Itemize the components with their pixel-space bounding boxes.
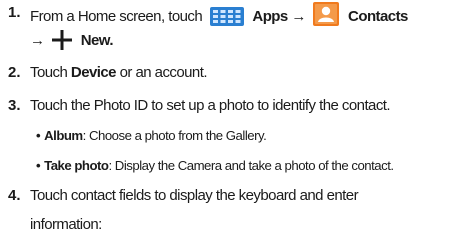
bullet-album: • Album: Choose a photo from the Gallery. [36, 125, 267, 147]
bullet-desc: : Choose a photo from the Gallery. [82, 128, 267, 143]
step-3-text: Touch the Photo ID to set up a photo to … [30, 97, 391, 114]
bullet-dot: • [36, 128, 41, 143]
plus-icon [52, 30, 73, 57]
step-4-text-line-1: Touch contact fields to display the keyb… [30, 187, 359, 204]
step-2-text: Touch [30, 64, 71, 81]
device-label: Device [70, 64, 117, 81]
apps-grid-icon [209, 7, 244, 33]
step-number: 2. [8, 64, 21, 81]
step-2-line: Touch Device or an account. [30, 62, 208, 84]
arrow: → [291, 8, 306, 25]
step-4-text-line-2: information: [30, 216, 102, 233]
arrow: → [30, 32, 45, 49]
new-label: New. [80, 32, 114, 49]
bullet-term: Album [44, 128, 83, 143]
bullet-term: Take photo [44, 158, 109, 173]
bullet-dot: • [36, 158, 41, 173]
contacts-label: Contacts [348, 8, 408, 25]
bullet-desc: : Display the Camera and take a photo of… [108, 158, 394, 173]
step-number: 1. [8, 4, 21, 21]
step-number: 3. [8, 97, 21, 114]
contacts-icon [313, 2, 340, 33]
step-number: 4. [8, 187, 21, 204]
document-page: 1. From a Home screen, touch Apps → Cont… [0, 0, 474, 250]
step-2-text-end: or an account. [115, 64, 208, 81]
bullet-take-photo: • Take photo: Display the Camera and take… [36, 155, 394, 177]
step-1-text: From a Home screen, touch [30, 8, 203, 25]
step-1-line-2: → New. [30, 30, 114, 57]
apps-label: Apps [252, 8, 288, 25]
step-1-line-1: From a Home screen, touch Apps → Contact… [30, 2, 408, 33]
